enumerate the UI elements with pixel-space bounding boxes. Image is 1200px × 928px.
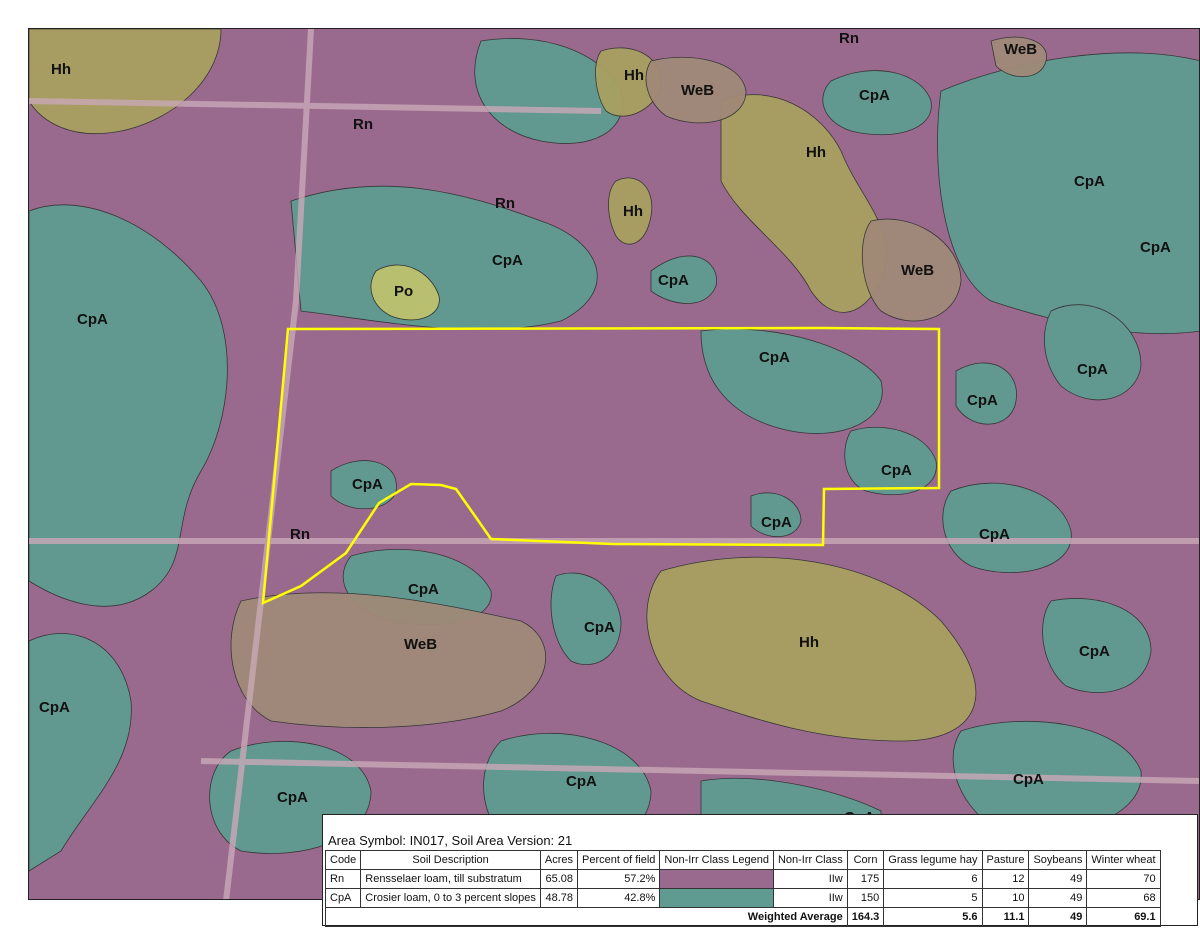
map-label-rn: Rn [290, 526, 310, 543]
cell-percent: 42.8% [577, 888, 661, 908]
cell-hay: 5 [883, 888, 983, 908]
map-label-cpa: CpA [979, 526, 1010, 543]
cell-code: Rn [324, 869, 362, 889]
map-label-cpa: CpA [1074, 173, 1105, 190]
col-code: Code [324, 850, 362, 870]
col-pasture: Pasture [981, 850, 1030, 870]
col-hay: Grass legume hay [883, 850, 983, 870]
map-label-cpa: CpA [584, 619, 615, 636]
cell-corn: 175 [846, 869, 885, 889]
map-label-cpa: CpA [352, 476, 383, 493]
map-label-cpa: CpA [859, 87, 890, 104]
map-label-rn: Rn [839, 30, 859, 47]
soil-table: Code Soil Description Acres Percent of f… [324, 850, 1161, 927]
soil-legend-panel: Area Symbol: IN017, Soil Area Version: 2… [322, 814, 1198, 927]
cell-corn: 150 [846, 888, 885, 908]
map-label-cpa: CpA [408, 581, 439, 598]
map-label-cpa: CpA [881, 462, 912, 479]
map-label-cpa: CpA [1013, 771, 1044, 788]
cell-acres: 48.78 [539, 888, 579, 908]
map-label-rn: Rn [353, 116, 373, 133]
legend-swatch-rensselaer [659, 869, 774, 889]
cell-wheat: 70 [1086, 869, 1161, 889]
map-label-web: WeB [681, 82, 714, 99]
map-label-cpa: CpA [492, 252, 523, 269]
map-label-cpa: CpA [761, 514, 792, 531]
legend-header: Area Symbol: IN017, Soil Area Version: 2… [328, 833, 573, 848]
cell-class: IIw [772, 869, 848, 889]
cell-class: IIw [772, 888, 848, 908]
map-label-cpa: CpA [39, 699, 70, 716]
table-header-row: Code Soil Description Acres Percent of f… [324, 850, 1161, 870]
map-label-cpa: CpA [277, 789, 308, 806]
col-percent: Percent of field [577, 850, 661, 870]
cell-soybeans: 49 [1028, 888, 1088, 908]
cell-desc: Rensselaer loam, till substratum [360, 869, 541, 889]
cell-code: CpA [324, 888, 362, 908]
map-label-web: WeB [404, 636, 437, 653]
map-label-hh: Hh [624, 67, 644, 84]
map-label-web: WeB [1004, 41, 1037, 58]
cell-desc: Crosier loam, 0 to 3 percent slopes [360, 888, 541, 908]
map-label-cpa: CpA [1079, 643, 1110, 660]
map-label-cpa: CpA [77, 311, 108, 328]
map-label-cpa: CpA [759, 349, 790, 366]
weighted-average-row: Weighted Average 164.3 5.6 11.1 49 69.1 [325, 907, 1161, 927]
table-row: Rn Rensselaer loam, till substratum 65.0… [324, 869, 1161, 889]
map-label-hh: Hh [623, 203, 643, 220]
wa-corn: 164.3 [846, 907, 885, 927]
map-label-hh: Hh [799, 634, 819, 651]
cell-soybeans: 49 [1028, 869, 1088, 889]
map-label-po: Po [394, 283, 413, 300]
col-wheat: Winter wheat [1086, 850, 1161, 870]
col-class: Non-Irr Class [772, 850, 848, 870]
cell-acres: 65.08 [539, 869, 579, 889]
table-row: CpA Crosier loam, 0 to 3 percent slopes … [324, 888, 1161, 908]
map-label-cpa: CpA [658, 272, 689, 289]
cell-pasture: 10 [981, 888, 1030, 908]
map-label-web: WeB [901, 262, 934, 279]
col-soil-description: Soil Description [360, 850, 541, 870]
map-label-cpa: CpA [967, 392, 998, 409]
col-acres: Acres [539, 850, 579, 870]
map-label-cpa: CpA [566, 773, 597, 790]
map-label-hh: Hh [806, 144, 826, 161]
cell-percent: 57.2% [577, 869, 661, 889]
weighted-average-label: Weighted Average [325, 907, 848, 927]
wa-soybeans: 49 [1028, 907, 1088, 927]
col-class-legend: Non-Irr Class Legend [659, 850, 774, 870]
legend-swatch-crosier [659, 888, 774, 908]
map-label-cpa: CpA [1140, 239, 1171, 256]
map-label-hh: Hh [51, 61, 71, 78]
col-soybeans: Soybeans [1028, 850, 1088, 870]
soil-map[interactable]: Hh Rn WeB Hh WeB CpA Rn Hh CpA Rn Hh CpA… [28, 28, 1200, 900]
cell-pasture: 12 [981, 869, 1030, 889]
cell-hay: 6 [883, 869, 983, 889]
wa-wheat: 69.1 [1086, 907, 1161, 927]
wa-hay: 5.6 [883, 907, 983, 927]
wa-pasture: 11.1 [981, 907, 1030, 927]
cell-wheat: 68 [1086, 888, 1161, 908]
map-label-cpa: CpA [1077, 361, 1108, 378]
map-label-rn: Rn [495, 195, 515, 212]
col-corn: Corn [846, 850, 885, 870]
